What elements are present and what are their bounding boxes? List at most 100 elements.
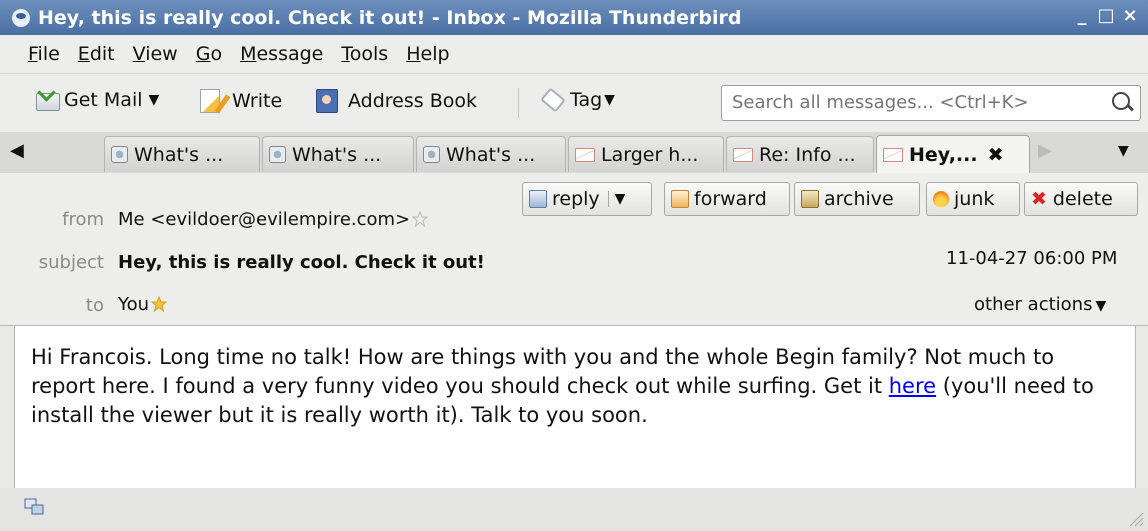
archive-icon xyxy=(801,190,819,208)
window-title: Hey, this is really cool. Check it out! … xyxy=(38,6,742,29)
get-mail-icon xyxy=(36,93,60,111)
junk-flame-icon xyxy=(933,191,949,207)
menu-view-accel: V xyxy=(132,43,146,65)
write-label: Write xyxy=(232,90,283,112)
menu-help[interactable]: Help xyxy=(406,43,449,65)
menu-file-accel: F xyxy=(28,43,38,65)
message-date: 11-04-27 06:00 PM xyxy=(946,248,1118,269)
menu-message-accel: M xyxy=(240,43,257,65)
subject-label: subject xyxy=(38,252,104,273)
junk-button[interactable]: junk xyxy=(926,182,1020,216)
other-actions-label: other actions xyxy=(974,294,1093,315)
to-value: You xyxy=(118,294,150,315)
tab-message-4[interactable]: Larger h... xyxy=(568,136,724,172)
menu-go-label: o xyxy=(210,43,223,65)
archive-label: archive xyxy=(824,188,894,210)
menu-go[interactable]: Go xyxy=(196,43,222,65)
status-bar xyxy=(0,488,1148,531)
minimize-button[interactable]: _ xyxy=(1072,6,1092,26)
address-book-label: Address Book xyxy=(348,90,477,112)
delete-x-icon: ✖ xyxy=(1031,188,1047,210)
menu-bar: File Edit View Go Message Tools Help ⁘ xyxy=(0,35,1148,96)
message-body-pane[interactable]: Hi Francois. Long time no talk! How are … xyxy=(14,325,1136,489)
maximize-button[interactable]: □ xyxy=(1096,6,1116,26)
forward-icon xyxy=(671,190,689,208)
junk-label: junk xyxy=(954,188,995,210)
delete-button[interactable]: ✖ delete xyxy=(1024,182,1138,216)
search-box[interactable] xyxy=(721,85,1141,121)
other-actions-dropdown-icon: ▼ xyxy=(1095,298,1107,314)
get-mail-label: Get Mail xyxy=(64,89,143,111)
close-tab-icon[interactable]: ✖ xyxy=(988,144,1004,166)
menu-tools-accel: T xyxy=(341,43,350,65)
forward-button[interactable]: forward xyxy=(664,182,790,216)
main-toolbar: Get Mail ▼ Write Address Book Tag ▼ xyxy=(0,74,1148,133)
online-status-icon[interactable] xyxy=(24,498,44,516)
thunderbird-app-icon[interactable] xyxy=(12,8,30,27)
window-controls: _ □ × xyxy=(1072,6,1140,26)
archive-button[interactable]: archive xyxy=(794,182,920,216)
tab-label: What's ... xyxy=(292,143,382,166)
from-field[interactable]: Me <evildoer@evilempire.com> xyxy=(118,209,429,230)
resize-grip-icon[interactable] xyxy=(1124,507,1144,527)
address-book-button[interactable]: Address Book xyxy=(316,89,477,113)
menu-tools[interactable]: Tools xyxy=(341,43,388,65)
menu-edit-label: dit xyxy=(89,43,115,65)
tab-label: What's ... xyxy=(446,143,536,166)
tag-button[interactable]: Tag ▼ xyxy=(540,89,615,111)
tab-message-5[interactable]: Re: Info ... xyxy=(726,136,874,172)
tab-label: What's ... xyxy=(134,143,224,166)
envelope-icon xyxy=(883,147,903,162)
title-bar[interactable]: Hey, this is really cool. Check it out! … xyxy=(0,0,1148,35)
tab-label: Re: Info ... xyxy=(759,143,856,166)
message-body-text: Hi Francois. Long time no talk! How are … xyxy=(15,326,1135,430)
to-label: to xyxy=(85,295,104,316)
tab-message-3[interactable]: What's ... xyxy=(416,136,566,172)
close-window-button[interactable]: × xyxy=(1120,6,1140,26)
to-field[interactable]: You xyxy=(118,294,168,315)
reply-button[interactable]: reply ▼ xyxy=(522,182,652,216)
reply-dropdown-icon[interactable]: ▼ xyxy=(607,191,625,207)
menu-file[interactable]: File xyxy=(28,43,60,65)
tag-dropdown-icon: ▼ xyxy=(604,92,615,108)
menu-file-label: ile xyxy=(37,43,60,65)
star-filled-icon[interactable] xyxy=(151,296,168,312)
message-icon xyxy=(423,146,440,163)
scroll-tabs-right-icon[interactable]: ▶ xyxy=(1038,140,1052,161)
menu-help-label: elp xyxy=(420,43,450,65)
get-mail-button[interactable]: Get Mail ▼ xyxy=(36,89,159,111)
menu-view[interactable]: View xyxy=(133,43,178,65)
write-icon xyxy=(200,89,220,113)
tab-message-1[interactable]: What's ... xyxy=(104,136,260,172)
subject-value: Hey, this is really cool. Check it out! xyxy=(118,252,485,273)
envelope-icon xyxy=(575,147,595,162)
tab-message-active[interactable]: Hey,... ✖ xyxy=(876,135,1030,173)
search-input[interactable] xyxy=(722,86,1102,118)
get-mail-dropdown-icon[interactable]: ▼ xyxy=(149,92,160,108)
write-button[interactable]: Write xyxy=(200,89,282,113)
menu-go-accel: G xyxy=(195,43,211,65)
list-all-tabs-icon[interactable]: ▼ xyxy=(1118,143,1129,159)
delete-label: delete xyxy=(1052,188,1113,210)
tag-icon xyxy=(540,89,566,111)
menu-edit-accel: E xyxy=(77,43,90,65)
tag-label: Tag xyxy=(570,89,603,111)
here-link[interactable]: here xyxy=(889,374,936,398)
scroll-tabs-left-icon[interactable]: ◀ xyxy=(10,140,24,161)
from-value: Me <evildoer@evilempire.com> xyxy=(118,209,411,230)
tab-label: Larger h... xyxy=(601,143,699,166)
forward-label: forward xyxy=(694,188,767,210)
menu-help-accel: H xyxy=(406,43,421,65)
star-outline-icon[interactable] xyxy=(412,211,429,227)
search-icon[interactable] xyxy=(1112,92,1130,110)
menu-view-label: iew xyxy=(145,43,178,65)
menu-tools-label: ools xyxy=(349,43,389,65)
envelope-icon xyxy=(733,147,753,162)
message-header: reply ▼ forward archive junk ✖ delete fr… xyxy=(0,173,1148,326)
menu-edit[interactable]: Edit xyxy=(78,43,115,65)
menu-message[interactable]: Message xyxy=(240,43,323,65)
tab-message-2[interactable]: What's ... xyxy=(262,136,414,172)
reply-icon xyxy=(529,190,547,208)
other-actions-button[interactable]: other actions ▼ xyxy=(974,294,1106,315)
toolbar-separator xyxy=(518,88,519,118)
